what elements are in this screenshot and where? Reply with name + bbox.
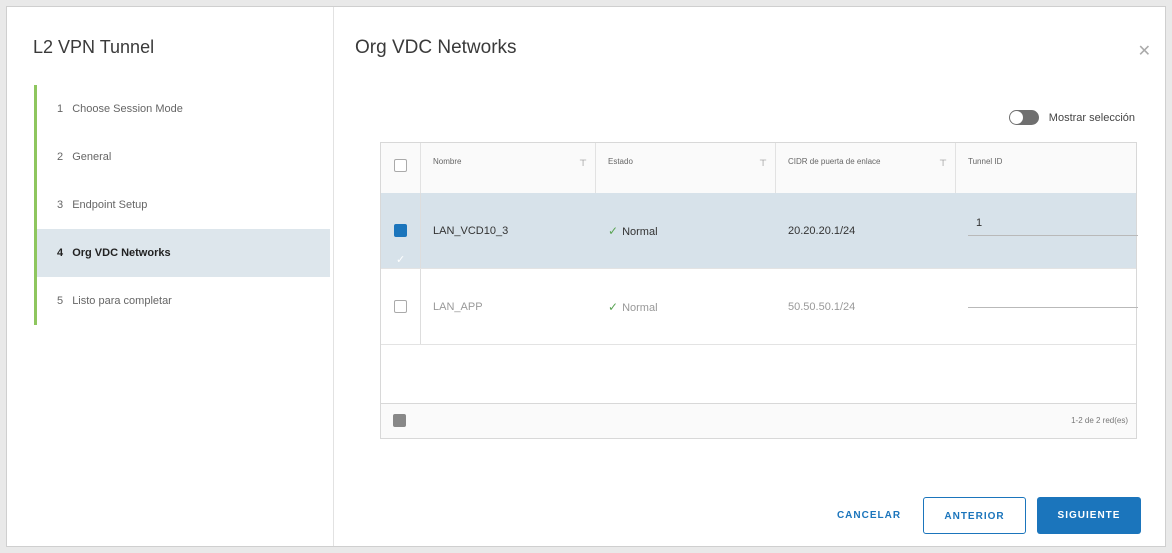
- select-all-cell: [381, 143, 421, 193]
- close-icon[interactable]: ✕: [1138, 41, 1151, 61]
- step-number: 2: [57, 151, 64, 163]
- column-label: CIDR de puerta de enlace: [788, 157, 881, 166]
- networks-grid: Nombre ⊤ Estado ⊤ CIDR de puerta de enla…: [380, 142, 1138, 439]
- pagination-count: 1-2 de 2 red(es): [1071, 416, 1128, 425]
- table-row[interactable]: LAN_VCD10_3 ✓Normal 20.20.20.1/24 1: [381, 193, 1138, 298]
- status-text: Normal: [622, 226, 658, 238]
- column-toggle-icon[interactable]: [393, 414, 406, 427]
- tunnel-id-underline: [968, 235, 1138, 236]
- column-header-gateway-cidr[interactable]: CIDR de puerta de enlace ⊤: [776, 143, 956, 193]
- row-select-cell: [381, 269, 421, 344]
- filter-icon[interactable]: ⊤: [939, 158, 947, 168]
- check-circle-icon: ✓: [608, 224, 619, 238]
- tunnel-id-underline: [968, 307, 1138, 308]
- step-number: 5: [57, 295, 64, 307]
- network-status: ✓ Normal: [596, 193, 776, 268]
- grid-header: Nombre ⊤ Estado ⊤ CIDR de puerta de enla…: [381, 143, 1136, 194]
- row-select-cell: [381, 193, 421, 298]
- grid-footer: 1-2 de 2 red(es): [381, 403, 1136, 438]
- page-title: Org VDC Networks: [355, 37, 517, 58]
- step-choose-session-mode[interactable]: 1 Choose Session Mode: [37, 85, 330, 133]
- column-header-tunnel-id[interactable]: Tunnel ID: [956, 143, 1138, 193]
- show-selection-toggle-group: Mostrar selección: [1008, 110, 1135, 125]
- show-selection-toggle[interactable]: [1008, 110, 1039, 125]
- step-number: 1: [57, 103, 64, 115]
- column-header-status[interactable]: Estado ⊤: [596, 143, 776, 193]
- select-all-checkbox[interactable]: [394, 159, 407, 172]
- wizard-title: L2 VPN Tunnel: [33, 37, 155, 57]
- filter-icon[interactable]: ⊤: [759, 158, 767, 168]
- tunnel-id-cell[interactable]: [956, 269, 1138, 344]
- step-label: Choose Session Mode: [72, 103, 183, 115]
- column-label: Tunnel ID: [968, 157, 1003, 166]
- filter-icon[interactable]: ⊤: [579, 158, 587, 168]
- network-status: ✓ Normal: [596, 269, 776, 344]
- cancel-button[interactable]: CANCELAR: [825, 497, 913, 534]
- toggle-label: Mostrar selección: [1048, 111, 1135, 124]
- step-label: Endpoint Setup: [72, 199, 148, 211]
- tunnel-id-cell[interactable]: 1: [956, 193, 1138, 268]
- wizard-sidebar: L2 VPN Tunnel 1 Choose Session Mode 2 Ge…: [7, 7, 334, 546]
- step-org-vdc-networks[interactable]: 4 Org VDC Networks: [37, 229, 330, 277]
- step-general[interactable]: 2 General: [37, 133, 330, 181]
- next-button[interactable]: SIGUIENTE: [1037, 497, 1141, 534]
- step-endpoint-setup[interactable]: 3 Endpoint Setup: [37, 181, 330, 229]
- column-header-name[interactable]: Nombre ⊤: [421, 143, 596, 193]
- step-ready-to-complete[interactable]: 5 Listo para completar: [37, 277, 330, 325]
- status-text: Normal: [622, 302, 658, 314]
- network-cidr: 20.20.20.1/24: [788, 225, 856, 237]
- row-checkbox[interactable]: [394, 300, 407, 313]
- network-name: LAN_VCD10_3: [433, 225, 509, 237]
- column-label: Estado: [608, 157, 633, 166]
- step-number: 3: [57, 199, 64, 211]
- previous-button[interactable]: ANTERIOR: [923, 497, 1026, 534]
- step-label: Listo para completar: [72, 295, 172, 307]
- step-label: Org VDC Networks: [72, 247, 171, 259]
- table-row[interactable]: LAN_APP ✓ Normal 50.50.50.1/24: [381, 269, 1138, 345]
- network-cidr: 50.50.50.1/24: [788, 301, 856, 313]
- wizard-dialog: L2 VPN Tunnel 1 Choose Session Mode 2 Ge…: [6, 6, 1166, 547]
- wizard-steps: 1 Choose Session Mode 2 General 3 Endpoi…: [34, 85, 330, 325]
- tunnel-id-input[interactable]: 1: [976, 217, 982, 229]
- column-label: Nombre: [433, 157, 462, 166]
- network-name: LAN_APP: [433, 301, 483, 313]
- wizard-main: Org VDC Networks ✕ Mostrar selección Nom…: [333, 7, 1165, 546]
- check-circle-icon: ✓: [608, 300, 619, 314]
- step-number: 4: [57, 247, 64, 259]
- row-checkbox[interactable]: [394, 222, 407, 298]
- step-label: General: [72, 151, 112, 163]
